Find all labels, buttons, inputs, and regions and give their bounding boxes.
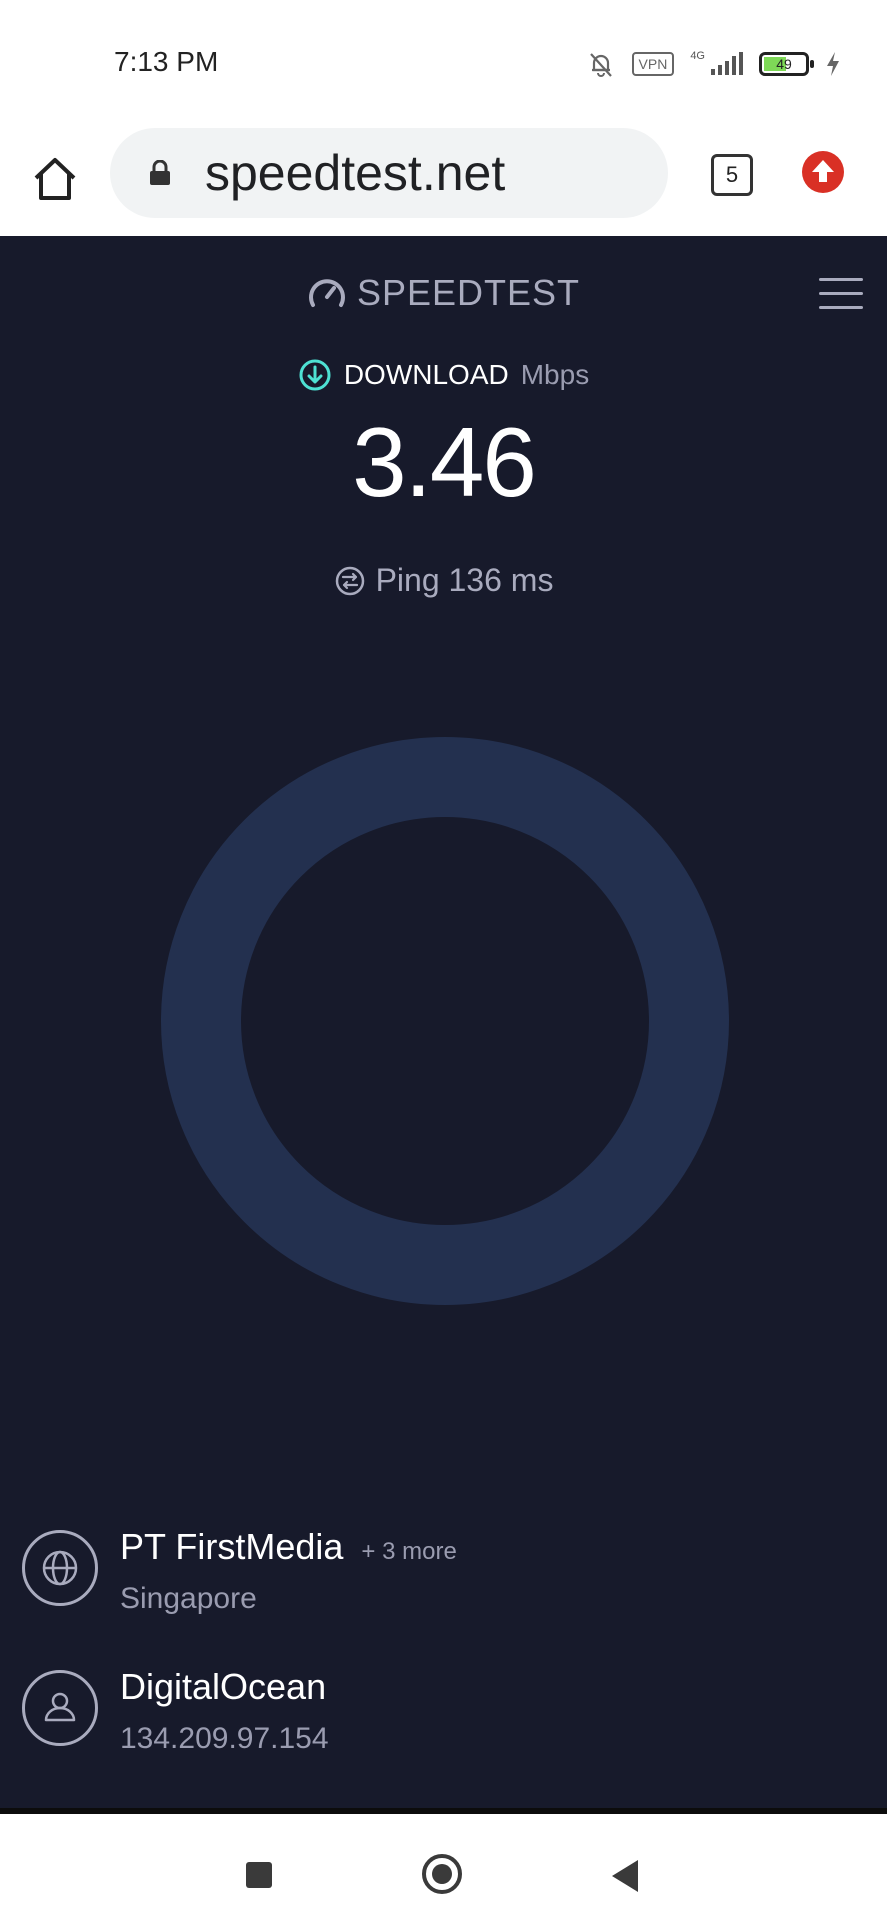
battery-icon: 49 — [759, 52, 814, 76]
signal-icon: 4G — [690, 51, 743, 77]
menu-icon[interactable] — [819, 278, 863, 312]
signal-bars-icon — [711, 52, 743, 75]
bell-muted-icon — [589, 53, 612, 77]
speed-value: 3.46 — [352, 407, 537, 517]
download-label-row: DOWNLOAD Mbps — [0, 358, 887, 392]
download-icon — [299, 359, 331, 391]
speed-gauge — [161, 737, 729, 1305]
globe-icon-wrap — [22, 1530, 98, 1606]
host-name: DigitalOcean — [120, 1666, 327, 1707]
home-icon[interactable] — [30, 154, 80, 204]
download-unit: Mbps — [520, 359, 590, 390]
ping-label: Ping 136 ms — [375, 562, 554, 598]
ping-row: Ping 136 ms — [0, 562, 887, 599]
network-type-label: 4G — [690, 50, 705, 62]
isp-more-link[interactable]: + 3 more — [361, 1538, 456, 1565]
tabs-button[interactable]: 5 — [711, 154, 753, 196]
speedtest-logo[interactable]: SPEEDTEST — [0, 272, 887, 314]
download-label: DOWNLOAD — [343, 359, 509, 390]
brand-text: SPEEDTEST — [356, 272, 581, 313]
battery-level: 49 — [776, 56, 792, 72]
navigation-bar — [0, 1808, 887, 1920]
isp-name-row: PT FirstMedia + 3 more — [120, 1526, 457, 1568]
home-button-icon[interactable] — [422, 1854, 462, 1894]
speedometer-icon — [309, 279, 345, 307]
host-ip: 134.209.97.154 — [120, 1722, 329, 1755]
globe-icon — [42, 1550, 78, 1586]
user-icon — [44, 1692, 76, 1722]
update-icon — [812, 160, 834, 182]
ping-icon — [335, 566, 364, 595]
url-text: speedtest.net — [205, 145, 506, 201]
isp-name: PT FirstMedia — [120, 1526, 344, 1567]
user-icon-wrap — [22, 1670, 98, 1746]
address-bar[interactable]: speedtest.net — [110, 128, 668, 218]
status-bar: 7:13 PM VPN 4G 49 — [0, 0, 887, 118]
status-time: 7:13 PM — [114, 46, 219, 77]
lock-icon — [150, 160, 170, 185]
status-icons: VPN 4G 49 — [586, 44, 841, 84]
speedtest-app: SPEEDTEST DOWNLOAD Mbps 3.46 Ping 136 ms — [0, 236, 887, 1808]
vpn-icon: VPN — [631, 52, 675, 76]
charging-icon — [827, 52, 839, 76]
browser-toolbar: speedtest.net 5 — [0, 118, 887, 236]
recents-icon[interactable] — [246, 1862, 272, 1888]
isp-location: Singapore — [120, 1582, 257, 1615]
update-button[interactable] — [802, 151, 844, 193]
back-icon[interactable] — [612, 1860, 638, 1892]
